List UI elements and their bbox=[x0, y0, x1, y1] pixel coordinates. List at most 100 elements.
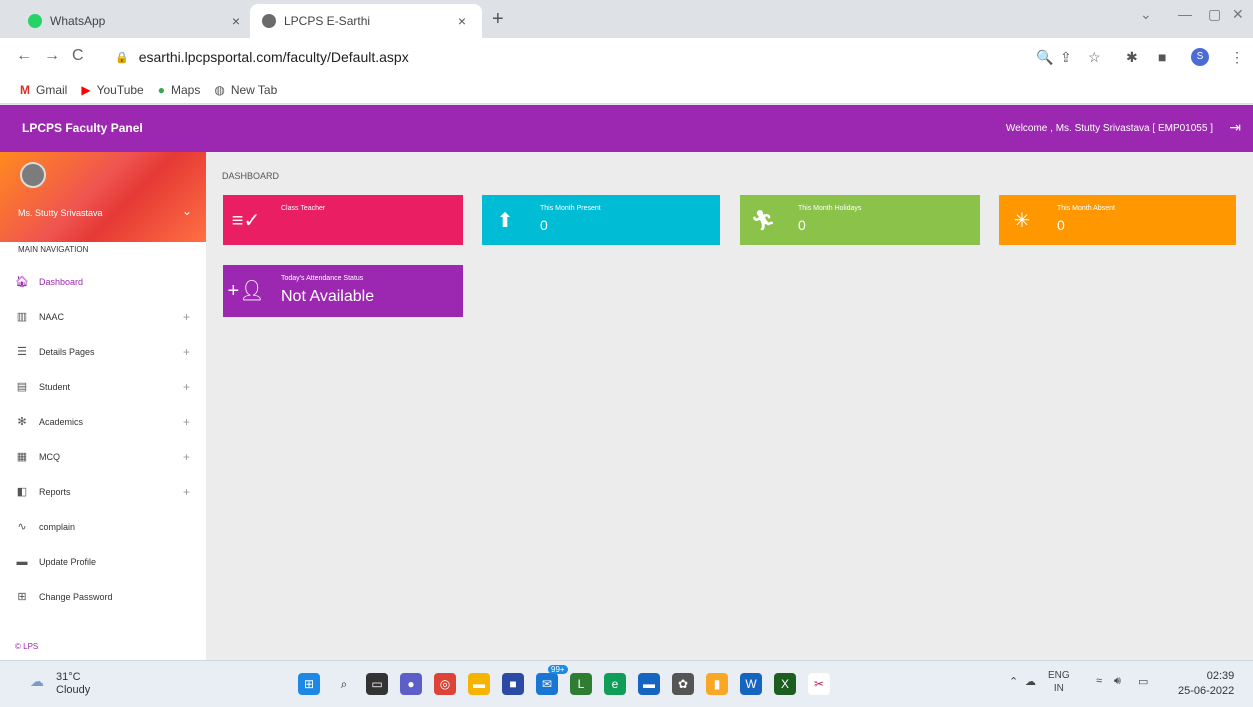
welcome-text: Welcome , Ms. Stutty Srivastava [ EMP010… bbox=[1005, 123, 1213, 134]
sidebar-item-update-profile[interactable]: ▬ Update Profile bbox=[0, 544, 206, 579]
language-indicator[interactable]: ENG IN bbox=[1048, 669, 1070, 695]
word-icon[interactable]: W bbox=[740, 673, 762, 695]
sticky-icon[interactable]: ▮ bbox=[706, 673, 728, 695]
share-icon[interactable]: ⇪ bbox=[1060, 49, 1072, 66]
main-content: DASHBOARD ≡✓ Class Teacher ⬆︎ This Month… bbox=[206, 152, 1253, 660]
reload-button[interactable]: C bbox=[72, 47, 84, 65]
volume-icon[interactable]: 🔊︎ bbox=[1114, 675, 1121, 688]
address-bar[interactable]: 🔒 esarthi.lpcpsportal.com/faculty/Defaul… bbox=[115, 43, 1015, 71]
file-explorer-icon[interactable]: ▬ bbox=[468, 673, 490, 695]
logout-icon[interactable]: ⇥ bbox=[1229, 119, 1241, 136]
excel-icon[interactable]: X bbox=[774, 673, 796, 695]
wifi-icon[interactable]: ≈ bbox=[1096, 675, 1102, 687]
month-absent-box[interactable]: ✳︎ This Month Absent 0 bbox=[999, 195, 1236, 245]
gmail-icon: M bbox=[20, 82, 30, 97]
clock[interactable]: 02:39 25-06-2022 bbox=[1178, 669, 1234, 699]
chat-icon[interactable]: ● bbox=[400, 673, 422, 695]
app-title[interactable]: LPCPS Faculty Panel bbox=[22, 121, 143, 135]
onedrive-icon[interactable]: ☁ bbox=[1025, 675, 1036, 688]
list-icon: ☰ bbox=[17, 346, 27, 358]
search-icon[interactable]: ⌕ bbox=[333, 673, 355, 695]
tab-search-icon[interactable]: ⌄ bbox=[1140, 6, 1152, 23]
clipboard-icon: ▤ bbox=[16, 381, 28, 393]
zoom-icon[interactable]: 🔍 bbox=[1036, 49, 1053, 66]
battery-icon[interactable]: ▭ bbox=[1138, 675, 1148, 688]
app-icon[interactable]: ▬ bbox=[638, 673, 660, 695]
sidebar-item-student[interactable]: ▤ Student + bbox=[0, 369, 206, 404]
time: 02:39 bbox=[1206, 670, 1235, 682]
chevron-down-icon[interactable]: ⌄ bbox=[182, 204, 192, 218]
reports-icon: ◧ bbox=[16, 486, 28, 498]
menu-icon[interactable]: ⋮ bbox=[1230, 49, 1244, 66]
windows-start-icon[interactable]: ⊞ bbox=[298, 673, 320, 695]
browser-tab-bar: WhatsApp × LPCPS E-Sarthi × + ⌄ — ▢ ✕ bbox=[0, 0, 1253, 38]
store-icon[interactable]: ■ bbox=[502, 673, 524, 695]
lpcps-favicon-icon bbox=[262, 14, 276, 28]
bookmark-gmail[interactable]: M Gmail bbox=[20, 83, 67, 97]
bookmark-label: YouTube bbox=[96, 82, 144, 97]
lock-icon: 🔒 bbox=[115, 51, 129, 64]
tray-chevron-icon[interactable]: ⌃ bbox=[1009, 675, 1018, 688]
close-tab-icon[interactable]: × bbox=[228, 13, 244, 29]
task-view-icon[interactable]: ▭ bbox=[366, 673, 388, 695]
expand-icon[interactable]: + bbox=[183, 415, 190, 429]
chrome-icon[interactable]: ◎ bbox=[434, 673, 456, 695]
lync-icon[interactable]: L bbox=[570, 673, 592, 695]
lang-top: ENG bbox=[1048, 670, 1070, 681]
box-value: 0 bbox=[798, 217, 806, 233]
attendance-status-box[interactable]: +👤︎ Today's Attendance Status Not Availa… bbox=[223, 265, 463, 317]
date: 25-06-2022 bbox=[1178, 685, 1235, 697]
browser-toolbar: ← → C 🔒 esarthi.lpcpsportal.com/faculty/… bbox=[0, 38, 1253, 76]
expand-icon[interactable]: + bbox=[183, 345, 190, 359]
sidebar-item-mcq[interactable]: ▦ MCQ + bbox=[0, 439, 206, 474]
photos-icon[interactable]: ✿ bbox=[672, 673, 694, 695]
url-text: esarthi.lpcpsportal.com/faculty/Default.… bbox=[138, 49, 409, 65]
sidebar-item-label: NAAC bbox=[39, 311, 65, 322]
class-teacher-box[interactable]: ≡✓ Class Teacher bbox=[223, 195, 463, 245]
bookmark-youtube[interactable]: ▶ YouTube bbox=[81, 83, 143, 97]
grid-icon: ▥ bbox=[16, 311, 28, 323]
snipping-tool-icon[interactable]: ✂ bbox=[808, 673, 830, 695]
forward-button[interactable]: → bbox=[44, 47, 60, 65]
sidepanel-icon[interactable]: ■ bbox=[1158, 49, 1166, 65]
month-holidays-box[interactable]: 🏃︎ This Month Holidays 0 bbox=[740, 195, 980, 245]
extensions-icon[interactable]: ✱ bbox=[1126, 49, 1138, 66]
tab-whatsapp[interactable]: WhatsApp × bbox=[16, 4, 256, 38]
sidebar-item-details-pages[interactable]: ☰ Details Pages + bbox=[0, 334, 206, 369]
month-present-box[interactable]: ⬆︎ This Month Present 0 bbox=[482, 195, 720, 245]
back-button[interactable]: ← bbox=[16, 47, 32, 65]
expand-icon[interactable]: + bbox=[183, 310, 190, 324]
tab-esarthi[interactable]: LPCPS E-Sarthi × bbox=[250, 4, 482, 38]
bookmark-maps[interactable]: ● Maps bbox=[158, 83, 201, 97]
sidebar-item-label: Update Profile bbox=[39, 556, 97, 567]
sidebar: Ms. Stutty Srivastava ⌄ MAIN NAVIGATION … bbox=[0, 152, 206, 660]
box-value: Not Available bbox=[281, 288, 375, 305]
maximize-icon[interactable]: ▢ bbox=[1208, 6, 1221, 23]
expand-icon[interactable]: + bbox=[183, 380, 190, 394]
bookmark-newtab[interactable]: ◍ New Tab bbox=[214, 83, 277, 97]
weather-widget[interactable]: ☁ 31°C Cloudy bbox=[30, 671, 90, 697]
lang-bottom: IN bbox=[1053, 683, 1064, 694]
expand-icon[interactable]: + bbox=[183, 485, 190, 499]
close-window-icon[interactable]: ✕ bbox=[1232, 6, 1244, 23]
expand-icon[interactable]: + bbox=[183, 450, 190, 464]
edge-icon[interactable]: e bbox=[604, 673, 626, 695]
temperature: 31°C bbox=[56, 671, 81, 683]
cloud-icon: ☁ bbox=[30, 673, 44, 689]
sidebar-item-academics[interactable]: ✻ Academics + bbox=[0, 404, 206, 439]
mail-icon[interactable]: ✉ bbox=[536, 673, 558, 695]
box-value: 0 bbox=[1057, 217, 1065, 233]
minimize-icon[interactable]: — bbox=[1178, 6, 1192, 22]
sidebar-item-complain[interactable]: ∿ complain bbox=[0, 509, 206, 544]
bookmark-label: New Tab bbox=[230, 82, 278, 97]
sidebar-item-dashboard[interactable]: 🏠︎ Dashboard bbox=[0, 264, 206, 299]
new-tab-button[interactable]: + bbox=[492, 8, 504, 31]
sidebar-item-change-password[interactable]: ⊞ Change Password bbox=[0, 579, 206, 614]
box-label: Class Teacher bbox=[281, 205, 326, 212]
sidebar-item-reports[interactable]: ◧ Reports + bbox=[0, 474, 206, 509]
profile-avatar[interactable]: S bbox=[1191, 48, 1209, 66]
sidebar-item-label: MCQ bbox=[39, 451, 60, 462]
bookmark-star-icon[interactable]: ☆ bbox=[1088, 49, 1101, 66]
sidebar-item-naac[interactable]: ▥ NAAC + bbox=[0, 299, 206, 334]
close-tab-icon[interactable]: × bbox=[454, 13, 470, 29]
